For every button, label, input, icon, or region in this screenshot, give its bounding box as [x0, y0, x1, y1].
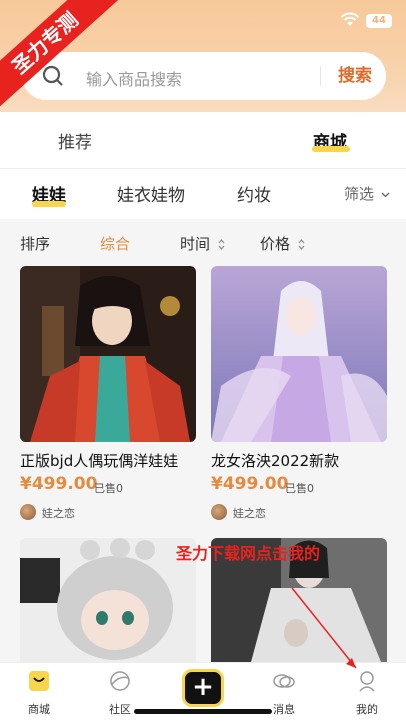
arrow-annotation [291, 587, 357, 669]
